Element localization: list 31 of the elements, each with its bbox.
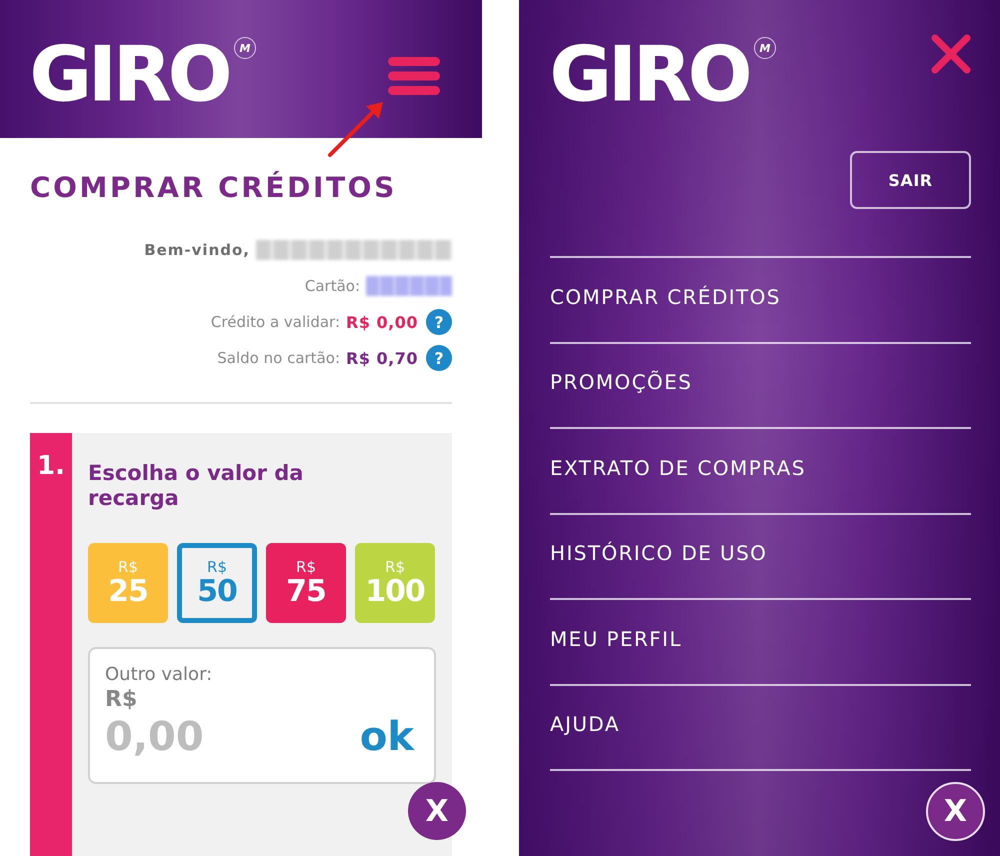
balance-label: Crédito a validar: — [210, 313, 340, 331]
annotation-arrow — [328, 102, 383, 157]
help-button[interactable]: ? — [426, 309, 452, 335]
menu-item[interactable]: EXTRATO DE COMPRAS — [550, 454, 806, 481]
brand-logo: GIRO — [550, 44, 749, 104]
brand-logo: GIRO — [30, 44, 229, 104]
help-button[interactable]: ? — [426, 345, 452, 371]
menu-item[interactable]: MEU PERFIL — [550, 626, 682, 652]
step-number: 1. — [37, 451, 65, 481]
currency-label: R$ — [105, 687, 138, 713]
menu-item[interactable]: HISTÓRICO DE USO — [550, 540, 768, 566]
menu-icon[interactable] — [388, 57, 440, 95]
welcome-label: Bem-vindo, — [144, 241, 250, 259]
ok-button[interactable]: ok — [360, 713, 414, 761]
amount-option[interactable]: R$ 75 — [266, 543, 346, 623]
menu-item[interactable]: PROMOÇÕES — [550, 369, 692, 396]
menu-item[interactable]: COMPRAR CRÉDITOS — [550, 284, 781, 310]
menu-item[interactable]: AJUDA — [550, 711, 620, 738]
logout-button[interactable]: SAIR — [850, 151, 971, 209]
balance-value: R$ 0,70 — [346, 348, 418, 368]
balance-value: R$ 0,00 — [346, 312, 418, 332]
amount-input[interactable]: 0,00 — [105, 713, 275, 761]
close-icon[interactable] — [931, 34, 971, 74]
balance-label: Saldo no cartão: — [217, 349, 340, 367]
logo-mark: M — [754, 37, 776, 59]
logo-mark: M — [234, 37, 256, 59]
close-button[interactable]: X — [926, 782, 985, 841]
card-label: Cartão: — [304, 277, 360, 295]
step-title: Escolha o valor da recarga — [88, 461, 304, 511]
other-value-label: Outro valor: — [105, 663, 214, 687]
page-title: COMPRAR CRÉDITOS — [30, 171, 398, 205]
